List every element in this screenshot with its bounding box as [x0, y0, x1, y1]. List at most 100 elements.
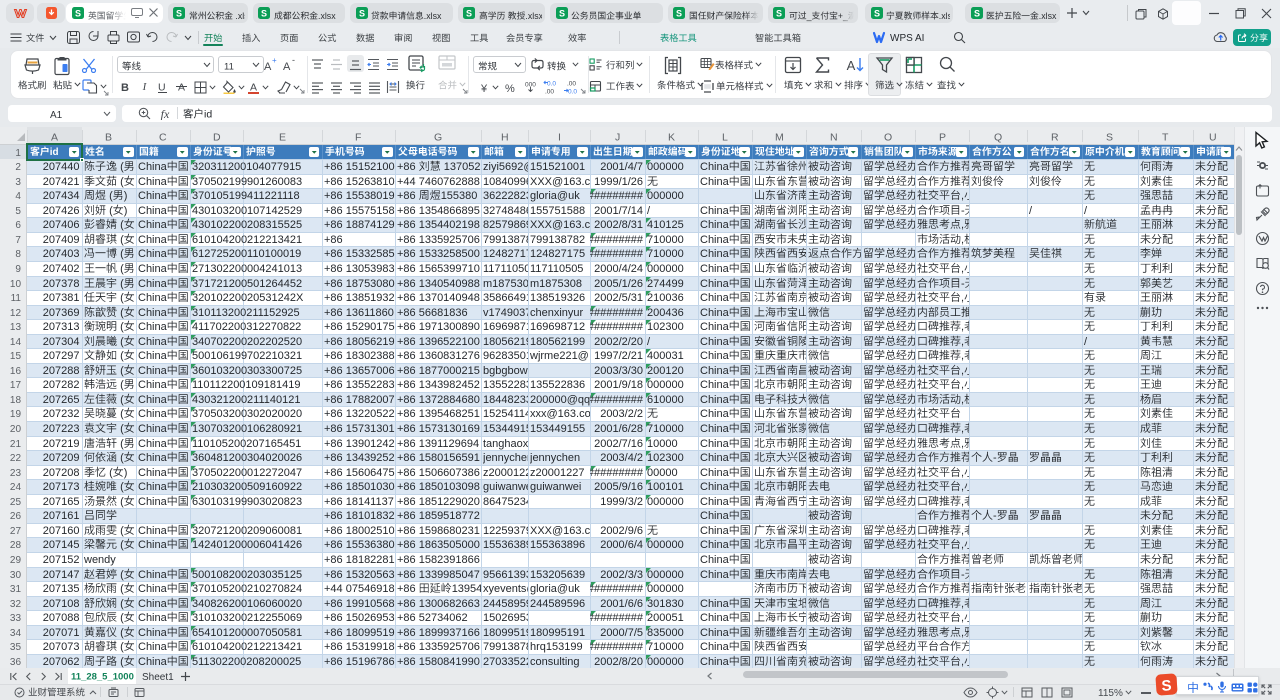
- svg-text:(: (: [120, 539, 124, 551]
- svg-text:370503200302020020: 370503200302020020: [192, 408, 302, 420]
- svg-text:108409964: 108409964: [483, 176, 528, 188]
- svg-text:+86 1335925706: +86 1335925706: [397, 641, 480, 653]
- svg-text:5: 5: [15, 206, 21, 217]
- svg-text:,: ,: [961, 190, 964, 202]
- svg-text:China: China: [138, 408, 168, 420]
- svg-text:+86 1343982452: +86 1343982452: [397, 379, 480, 391]
- svg-text:6: 6: [15, 220, 21, 231]
- svg-text:O: O: [884, 132, 892, 144]
- svg-text:274499: 274499: [647, 278, 684, 290]
- svg-text:+86 15290175: +86 15290175: [324, 321, 395, 333]
- svg-text:J: J: [615, 132, 620, 144]
- svg-text:+86 13439252: +86 13439252: [324, 452, 395, 464]
- svg-text:11: 11: [11, 293, 22, 304]
- svg-text:207219: 207219: [43, 438, 80, 450]
- svg-text:(: (: [120, 438, 124, 450]
- svg-text:#########: #########: [590, 190, 644, 202]
- svg-text:+86 1573130169: +86 1573130169: [397, 423, 480, 435]
- svg-text:430103200107142529: 430103200107142529: [192, 205, 302, 217]
- svg-text:China: China: [700, 292, 730, 304]
- svg-text:+86 1339985047: +86 1339985047: [397, 569, 480, 581]
- svg-text:207223: 207223: [43, 423, 80, 435]
- svg-text:#########: #########: [590, 234, 644, 246]
- svg-text:N: N: [830, 132, 838, 144]
- svg-text:+86 1396522100: +86 1396522100: [397, 336, 480, 348]
- svg-text:180562199: 180562199: [483, 336, 528, 348]
- svg-text:China: China: [700, 408, 730, 420]
- svg-text:.xlsx: .xlsx: [424, 10, 442, 20]
- svg-text:151521001: 151521001: [530, 161, 585, 173]
- svg-text:China: China: [138, 467, 168, 479]
- svg-text:1999/1/26: 1999/1/26: [594, 176, 643, 188]
- svg-text:China: China: [700, 219, 730, 231]
- svg-text:18: 18: [10, 395, 22, 406]
- svg-text:207209: 207209: [43, 452, 80, 464]
- svg-text:+: +: [272, 56, 277, 65]
- svg-text:(: (: [109, 205, 113, 217]
- svg-text:A: A: [51, 132, 58, 144]
- svg-text:China: China: [700, 336, 730, 348]
- svg-text:(: (: [120, 161, 124, 173]
- svg-text:+86 1877000215: +86 1877000215: [397, 365, 480, 377]
- svg-text:,: ,: [961, 539, 964, 551]
- svg-text:+86 56681836: +86 56681836: [397, 307, 468, 319]
- svg-text:China: China: [700, 598, 730, 610]
- svg-text:,: ,: [961, 365, 964, 377]
- svg-text:+86 1340540988: +86 1340540988: [397, 278, 480, 290]
- svg-text:(: (: [120, 307, 124, 319]
- svg-text:155363896: 155363896: [530, 539, 585, 551]
- svg-text:.xlsx: .xlsx: [939, 10, 950, 20]
- svg-text:17: 17: [10, 380, 22, 391]
- svg-text:+86 18141137: +86 18141137: [324, 496, 394, 508]
- svg-text:100101: 100101: [647, 481, 684, 493]
- svg-text:207145: 207145: [43, 539, 80, 551]
- svg-text:): ): [123, 190, 127, 202]
- svg-text:China: China: [700, 234, 730, 246]
- svg-text:China: China: [138, 394, 168, 406]
- svg-text:102300: 102300: [647, 452, 684, 464]
- svg-text:China: China: [700, 263, 730, 275]
- svg-text:207402: 207402: [43, 263, 80, 275]
- svg-text:137052: 137052: [444, 161, 481, 173]
- svg-text:hrq153199: hrq153199: [530, 641, 583, 653]
- svg-text:A: A: [178, 81, 185, 93]
- svg-text:XXX@163.c: XXX@163.c: [530, 525, 590, 537]
- svg-text:36: 36: [10, 657, 22, 668]
- svg-text:207381: 207381: [43, 292, 80, 304]
- svg-text:China: China: [700, 481, 730, 493]
- svg-text:+86 1360831276: +86 1360831276: [397, 350, 480, 362]
- svg-text:bgbgbow@: bgbgbow@: [483, 365, 528, 377]
- svg-text:#########: #########: [590, 394, 644, 406]
- svg-text:,: ,: [961, 292, 964, 304]
- svg-text:155363896: 155363896: [483, 539, 528, 551]
- svg-text:#########: #########: [590, 583, 644, 595]
- svg-text:25: 25: [10, 497, 22, 508]
- svg-text:130703200106280921: 130703200106280921: [192, 423, 302, 435]
- svg-text:-: -: [961, 205, 965, 217]
- svg-text:+86 18101832: +86 18101832: [324, 510, 395, 522]
- svg-text:(: (: [120, 627, 124, 639]
- svg-text:+86 1395468251: +86 1395468251: [397, 408, 480, 420]
- svg-text:000: 000: [525, 81, 536, 88]
- svg-text:-: -: [993, 452, 997, 464]
- svg-text:,: ,: [961, 234, 964, 246]
- svg-text:#########: #########: [590, 467, 644, 479]
- svg-text:370105199411221118: 370105199411221118: [192, 190, 300, 202]
- svg-text:+86 1300682663: +86 1300682663: [397, 598, 480, 610]
- svg-text:207409: 207409: [43, 234, 80, 246]
- svg-text:S: S: [558, 8, 564, 18]
- svg-text:301830: 301830: [647, 598, 684, 610]
- svg-text:+86 1506607386: +86 1506607386: [397, 467, 480, 479]
- svg-text:,: ,: [961, 394, 964, 406]
- svg-text:207378: 207378: [43, 278, 80, 290]
- svg-text:+44 7460762888: +44 7460762888: [397, 176, 480, 188]
- svg-text:2001/6/6: 2001/6/6: [600, 598, 643, 610]
- svg-text:(: (: [120, 569, 124, 581]
- svg-text:(: (: [120, 336, 124, 348]
- svg-text:29: 29: [10, 555, 22, 566]
- svg-text:14: 14: [10, 337, 22, 348]
- svg-text:China: China: [700, 627, 730, 639]
- svg-text:+86 15536380: +86 15536380: [324, 539, 395, 551]
- svg-text:E: E: [279, 132, 286, 144]
- svg-text:612725200110100019: 612725200110100019: [192, 248, 301, 260]
